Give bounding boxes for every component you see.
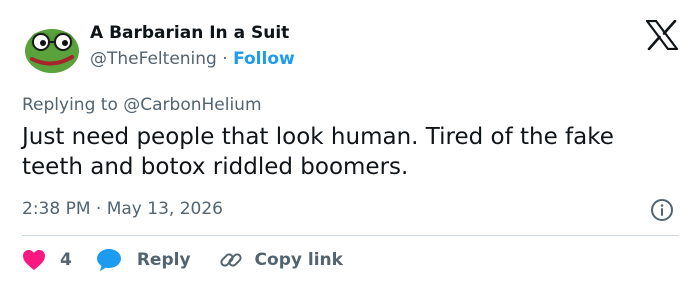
author-block: A Barbarian In a Suit @TheFeltening · Fo… — [90, 22, 295, 71]
like-button[interactable]: 4 — [22, 249, 72, 271]
link-icon — [219, 253, 242, 267]
tweet-date: May 13, 2026 — [106, 199, 223, 219]
avatar[interactable] — [22, 17, 82, 77]
replying-handle[interactable]: @CarbonHelium — [123, 95, 261, 115]
reply-label: Reply — [136, 250, 191, 270]
info-icon[interactable] — [650, 198, 674, 222]
handle-separator: · — [222, 49, 228, 69]
timestamp-separator: · — [95, 199, 102, 219]
follow-button[interactable]: Follow — [233, 49, 295, 69]
replying-prefix: Replying to — [22, 95, 118, 115]
author-name[interactable]: A Barbarian In a Suit — [90, 22, 295, 44]
tweet-timestamp[interactable]: 2:38 PM · May 13, 2026 — [22, 198, 223, 220]
heart-icon — [23, 250, 45, 270]
divider — [22, 235, 679, 236]
action-bar: 4 Reply Copy link — [22, 248, 343, 272]
author-handle[interactable]: @TheFeltening — [90, 49, 217, 69]
x-logo-icon[interactable] — [645, 19, 679, 51]
like-count: 4 — [60, 250, 72, 270]
handle-row: @TheFeltening · Follow — [90, 47, 295, 71]
replying-to-line: Replying to @CarbonHelium — [22, 94, 262, 116]
tweet-time: 2:38 PM — [22, 199, 91, 219]
reply-bubble-icon — [96, 249, 121, 271]
tweet-text: Just need people that look human. Tired … — [22, 124, 614, 180]
reply-button[interactable]: Reply — [96, 248, 191, 272]
copy-link-label: Copy link — [254, 250, 343, 270]
copy-link-button[interactable]: Copy link — [219, 248, 343, 272]
